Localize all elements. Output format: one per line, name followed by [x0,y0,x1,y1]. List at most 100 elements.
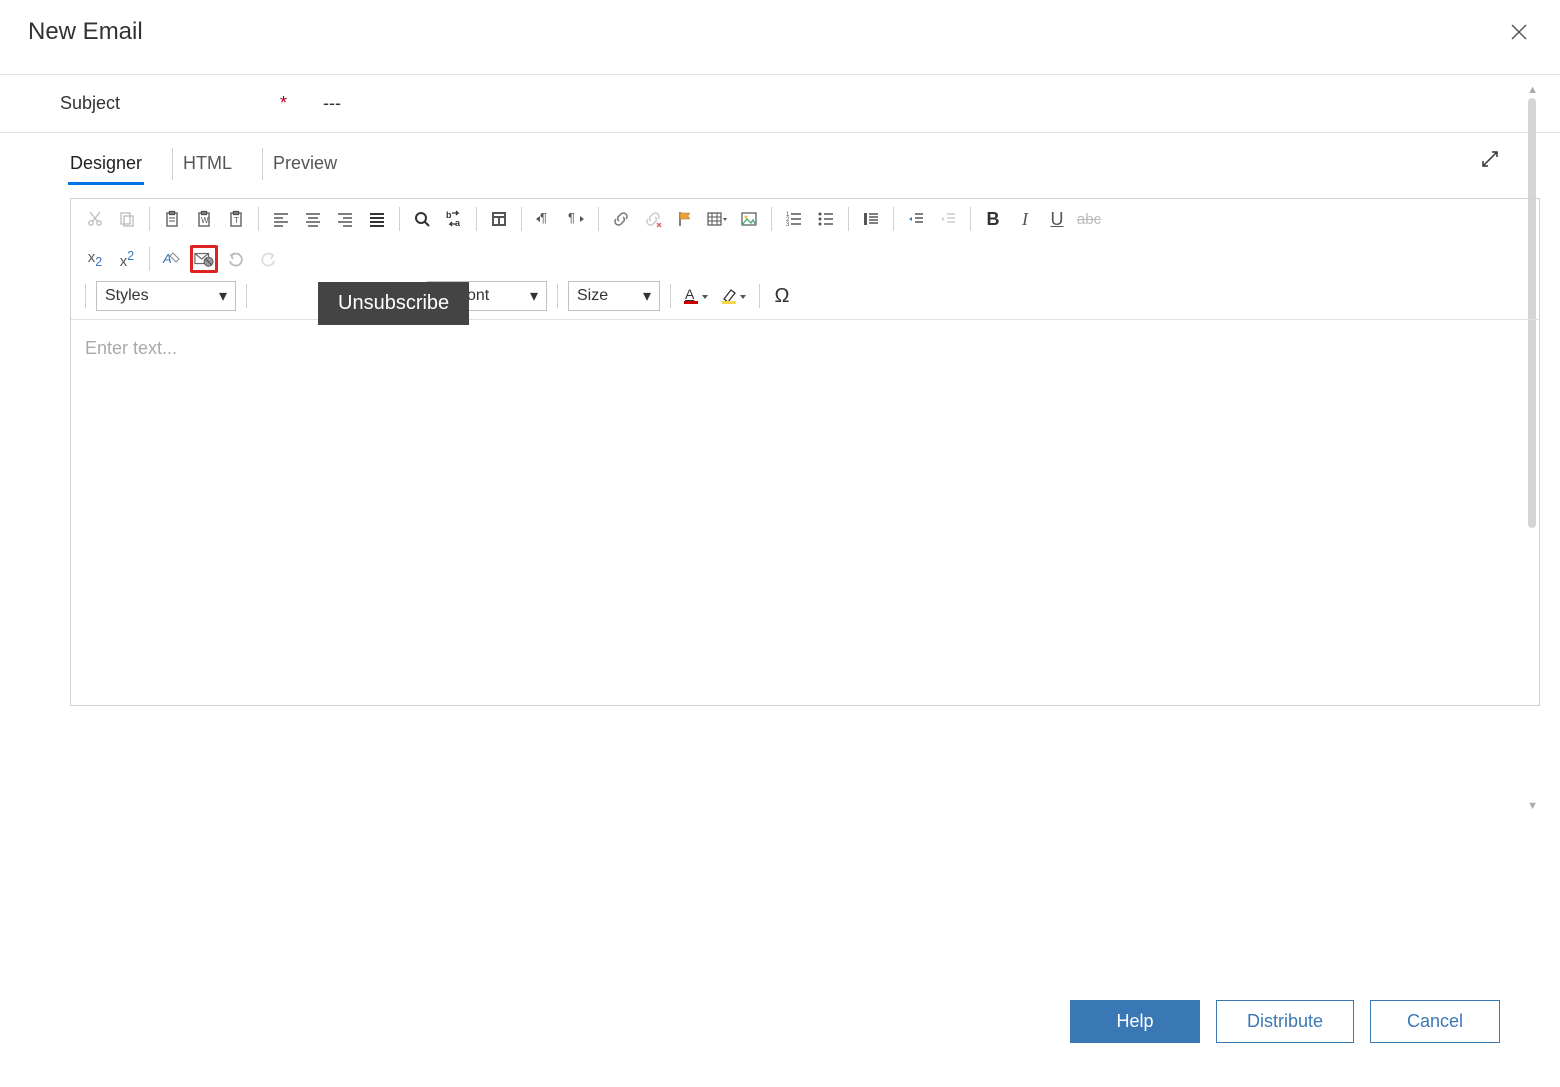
expand-button[interactable] [1480,149,1500,169]
special-char-button[interactable]: Ω [768,282,796,310]
table-button[interactable] [703,205,731,233]
svg-text:¶: ¶ [568,210,575,225]
scissors-icon [86,210,104,228]
toolbar-separator [771,207,772,231]
italic-button[interactable]: I [1011,205,1039,233]
toolbar-separator [848,207,849,231]
editor-wrapper: W T ba ¶ ¶ 123 [70,198,1540,706]
eraser-format-icon: A [162,250,182,268]
clipboard-icon [163,210,181,228]
toolbar-row-3: Styles ▾ ont ▾ Size ▾ A Ω [71,279,1539,319]
superscript-button[interactable]: x2 [113,245,141,273]
tab-designer[interactable]: Designer [70,143,142,184]
templates-button[interactable] [485,205,513,233]
svg-text:a: a [455,218,461,228]
tab-separator [262,148,263,180]
quote-icon [862,210,880,228]
paste-button[interactable] [158,205,186,233]
text-direction-ltr-button[interactable]: ¶ [530,205,558,233]
toolbar-separator [970,207,971,231]
subject-label: Subject [60,93,280,114]
copy-button[interactable] [113,205,141,233]
svg-text:W: W [201,216,209,225]
dialog-footer: Help Distribute Cancel [1070,1000,1500,1043]
svg-text:A: A [685,286,695,302]
toolbar-separator [557,284,558,308]
bullet-list-button[interactable] [812,205,840,233]
italic-icon: I [1022,209,1028,230]
align-left-button[interactable] [267,205,295,233]
subject-row: Subject * --- [0,75,1560,133]
align-justify-button[interactable] [363,205,391,233]
tab-preview[interactable]: Preview [273,143,337,184]
align-justify-icon [368,210,386,228]
find-button[interactable] [408,205,436,233]
strikethrough-button[interactable]: abc [1075,205,1103,233]
required-indicator: * [280,93,287,114]
toolbar-row-1: W T ba ¶ ¶ 123 [71,199,1539,239]
underline-button[interactable]: U [1043,205,1071,233]
expand-icon [1480,149,1500,169]
blockquote-button[interactable] [857,205,885,233]
unlink-button[interactable] [639,205,667,233]
size-dropdown[interactable]: Size ▾ [568,281,660,311]
text-color-button[interactable]: A [679,282,713,310]
chevron-down-icon: ▾ [219,286,227,306]
paste-text-button[interactable]: T [222,205,250,233]
remove-format-button[interactable]: A [158,245,186,273]
templates-icon [490,210,508,228]
image-icon [740,210,758,228]
highlight-icon [721,286,747,306]
copy-icon [118,210,136,228]
unordered-list-icon [817,210,835,228]
underline-icon: U [1051,209,1064,230]
cancel-button[interactable]: Cancel [1370,1000,1500,1043]
image-button[interactable] [735,205,763,233]
paste-word-button[interactable]: W [190,205,218,233]
align-right-icon [336,210,354,228]
toolbar-separator [893,207,894,231]
cut-button[interactable] [81,205,109,233]
help-button[interactable]: Help [1070,1000,1200,1043]
subscript-button[interactable]: x2 [81,245,109,273]
redo-button[interactable] [254,245,282,273]
outdent-icon [939,210,957,228]
align-center-button[interactable] [299,205,327,233]
close-icon [1510,23,1528,41]
strikethrough-icon: abc [1077,211,1101,228]
replace-button[interactable]: ba [440,205,468,233]
svg-text:¶: ¶ [540,210,547,225]
styles-dropdown[interactable]: Styles ▾ [96,281,236,311]
undo-button[interactable] [222,245,250,273]
bg-color-button[interactable] [717,282,751,310]
link-button[interactable] [607,205,635,233]
tab-html[interactable]: HTML [183,143,232,184]
scroll-arrow-down[interactable]: ▼ [1527,800,1538,812]
numbered-list-button[interactable]: 123 [780,205,808,233]
editor-content-area[interactable]: Enter text... [71,319,1539,705]
distribute-button[interactable]: Distribute [1216,1000,1354,1043]
anchor-button[interactable] [671,205,699,233]
ordered-list-icon: 123 [785,210,803,228]
indent-button[interactable] [902,205,930,233]
bold-button[interactable]: B [979,205,1007,233]
ltr-icon: ¶ [534,210,554,228]
align-left-icon [272,210,290,228]
toolbar-separator [149,207,150,231]
unsubscribe-button[interactable] [190,245,218,273]
outdent-button[interactable] [934,205,962,233]
chevron-down-icon: ▾ [643,286,651,306]
svg-text:b: b [446,210,452,220]
omega-icon: Ω [775,285,790,308]
close-button[interactable] [1506,19,1532,45]
scroll-arrow-up[interactable]: ▲ [1527,84,1538,96]
tab-separator [172,148,173,180]
toolbar-separator [521,207,522,231]
replace-icon: ba [445,210,463,228]
text-direction-rtl-button[interactable]: ¶ [562,205,590,233]
align-right-button[interactable] [331,205,359,233]
toolbar-separator [670,284,671,308]
subject-field[interactable]: --- [323,93,341,114]
unsubscribe-icon [194,250,214,268]
editor-box: W T ba ¶ ¶ 123 [70,198,1540,706]
